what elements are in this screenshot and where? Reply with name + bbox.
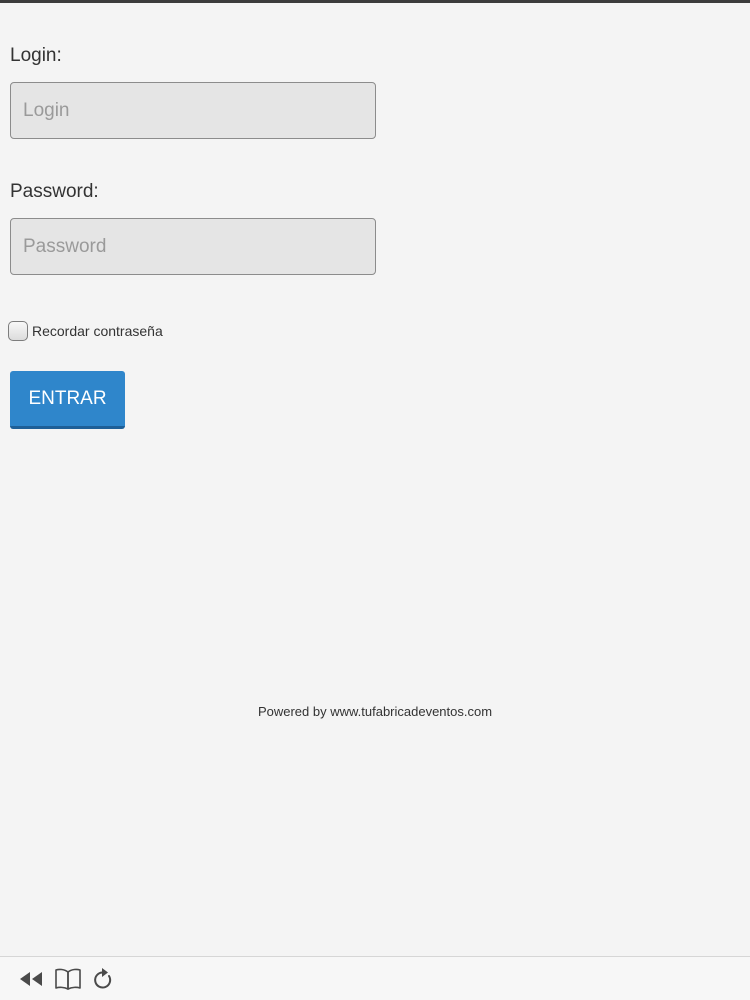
remember-row: Recordar contraseña: [8, 320, 380, 342]
login-input[interactable]: [10, 82, 376, 139]
powered-by-text: Powered by www.tufabricadeventos.com: [257, 704, 493, 719]
rewind-icon[interactable]: [18, 969, 44, 989]
remember-label[interactable]: Recordar contraseña: [32, 323, 163, 339]
login-form: Login: Password: Recordar contraseña ENT…: [8, 44, 380, 429]
password-input[interactable]: [10, 218, 376, 275]
password-label: Password:: [10, 181, 99, 202]
reload-icon[interactable]: [92, 967, 114, 991]
remember-checkbox[interactable]: [8, 321, 28, 341]
book-icon[interactable]: [54, 967, 82, 991]
submit-button[interactable]: ENTRAR: [10, 371, 125, 429]
login-label: Login:: [10, 45, 62, 66]
top-bar: [0, 0, 750, 3]
bottom-toolbar: [0, 956, 750, 1000]
